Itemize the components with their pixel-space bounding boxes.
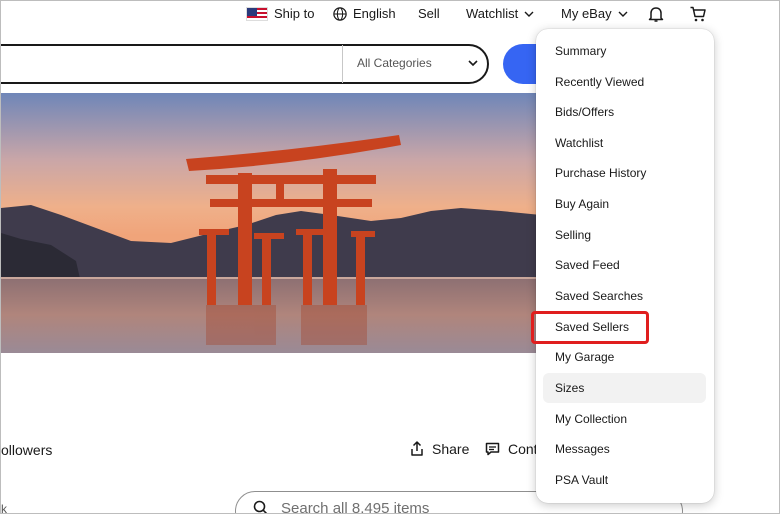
menu-item-saved-feed[interactable]: Saved Feed	[543, 250, 706, 280]
share-icon	[411, 441, 423, 456]
store-banner-image	[1, 93, 541, 353]
highlight-box	[531, 311, 649, 344]
language-selector[interactable]: English	[333, 6, 396, 21]
ship-to-link[interactable]: Ship to	[246, 6, 314, 21]
menu-item-messages[interactable]: Messages	[543, 434, 706, 464]
menu-item-my-garage[interactable]: My Garage	[543, 342, 706, 372]
my-ebay-menu[interactable]: My eBay	[561, 6, 628, 21]
share-button[interactable]: Share	[410, 441, 469, 457]
search-icon	[253, 500, 268, 513]
menu-item-my-collection[interactable]: My Collection	[543, 404, 706, 434]
menu-item-saved-searches[interactable]: Saved Searches	[543, 281, 706, 311]
left-text-fragment: k	[1, 502, 7, 514]
globe-icon	[333, 6, 347, 21]
contact-button[interactable]: Cont	[485, 441, 538, 457]
followers-count[interactable]: ollowers	[1, 442, 52, 458]
menu-item-watchlist[interactable]: Watchlist	[543, 128, 706, 158]
cart-icon[interactable]	[689, 5, 707, 23]
chevron-down-icon	[524, 11, 534, 17]
contact-label: Cont	[508, 441, 538, 457]
menu-item-selling[interactable]: Selling	[543, 220, 706, 250]
menu-item-buy-again[interactable]: Buy Again	[543, 189, 706, 219]
ship-to-label: Ship to	[274, 6, 315, 21]
watchlist-label: Watchlist	[466, 6, 519, 21]
my-ebay-label: My eBay	[561, 6, 612, 21]
menu-item-bids-offers[interactable]: Bids/Offers	[543, 97, 706, 127]
watchlist-menu[interactable]: Watchlist	[466, 6, 534, 21]
message-icon	[485, 442, 500, 456]
menu-item-psa-vault[interactable]: PSA Vault	[543, 465, 706, 495]
share-label: Share	[432, 441, 470, 457]
menu-item-recently-viewed[interactable]: Recently Viewed	[543, 67, 706, 97]
bell-icon[interactable]	[647, 5, 665, 23]
menu-item-sizes[interactable]: Sizes	[543, 373, 706, 403]
store-search-placeholder: Search all 8,495 items	[281, 500, 430, 514]
top-nav: Ship to English Sell Watchlist My eBay	[1, 1, 779, 29]
us-flag-icon	[246, 6, 268, 21]
language-label: English	[353, 6, 396, 21]
chevron-down-icon[interactable]	[467, 56, 479, 70]
category-select[interactable]: All Categories	[357, 56, 432, 70]
menu-item-purchase-history[interactable]: Purchase History	[543, 158, 706, 188]
page-frame: Ship to English Sell Watchlist My eBay A…	[0, 0, 780, 514]
menu-item-summary[interactable]: Summary	[543, 36, 706, 66]
sell-label: Sell	[418, 6, 440, 21]
sell-link[interactable]: Sell	[418, 6, 440, 21]
divider	[342, 45, 343, 83]
chevron-down-icon	[618, 11, 628, 17]
